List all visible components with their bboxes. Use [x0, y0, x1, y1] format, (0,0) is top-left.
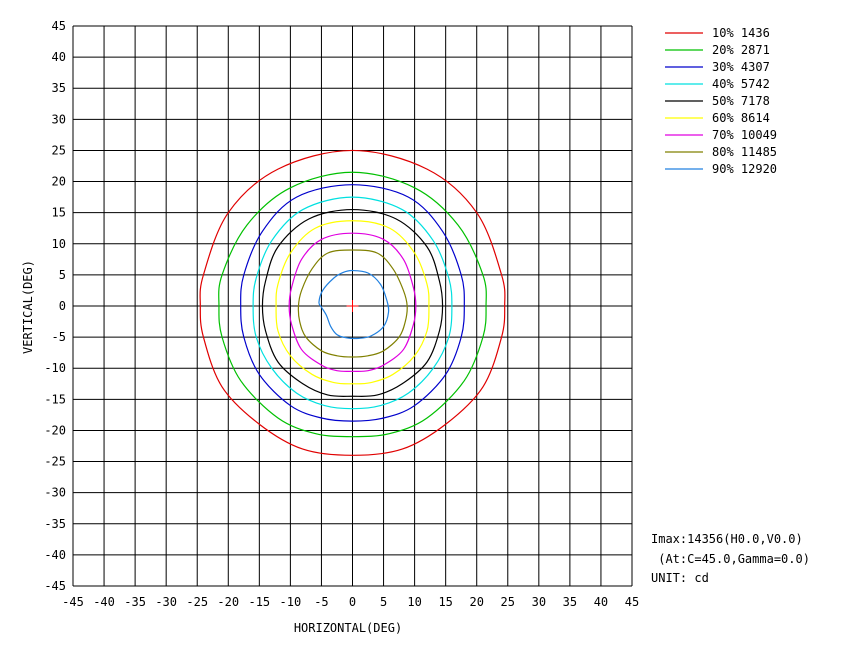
y-tick-label: -45 — [44, 579, 66, 593]
x-tick-label: -40 — [93, 595, 115, 609]
y-tick-label: 0 — [59, 299, 66, 313]
tick-labels: 45 40 35 30 25 20 15 10 5 0 -5 -10 -15 -20 -25 -30 -35 -4… — [44, 19, 639, 609]
x-tick-label: -45 — [62, 595, 84, 609]
legend-entry-label: 90% 12920 — [712, 162, 777, 176]
x-tick-label: 40 — [594, 595, 608, 609]
measurement-angle-label: (At:C=45.0,Gamma=0.0) — [651, 552, 810, 566]
y-tick-label: -35 — [44, 517, 66, 531]
y-tick-label: -20 — [44, 423, 66, 437]
legend-entry-label: 40% 5742 — [712, 77, 770, 91]
y-tick-label: 15 — [52, 206, 66, 220]
y-tick-label: 20 — [52, 175, 66, 189]
x-tick-label: -20 — [217, 595, 239, 609]
y-tick-label: -10 — [44, 361, 66, 375]
y-tick-label: 5 — [59, 268, 66, 282]
isocandela-chart: 45 40 35 30 25 20 15 10 5 0 -5 -10 -15 -20 -25 -30 -35 -4… — [0, 0, 860, 651]
contour-line — [318, 269, 390, 340]
y-axis-label: VERTICAL(DEG) — [21, 260, 35, 354]
x-tick-label: 10 — [407, 595, 421, 609]
legend: 10% 1436 20% 2871 30% 4307 40% 5742 50% 7178… — [665, 26, 777, 176]
x-tick-label: 35 — [563, 595, 577, 609]
x-tick-label: -35 — [124, 595, 146, 609]
unit-label: UNIT: cd — [651, 571, 709, 585]
x-tick-label: -5 — [314, 595, 328, 609]
y-tick-label: -30 — [44, 486, 66, 500]
legend-entry-label: 10% 1436 — [712, 26, 770, 40]
x-tick-label: 15 — [438, 595, 452, 609]
legend-entry-label: 30% 4307 — [712, 60, 770, 74]
legend-entry-label: 50% 7178 — [712, 94, 770, 108]
x-tick-label: 0 — [349, 595, 356, 609]
x-tick-label: -10 — [280, 595, 302, 609]
x-tick-label: -15 — [248, 595, 270, 609]
y-tick-label: -25 — [44, 455, 66, 469]
y-tick-label: 25 — [52, 143, 66, 157]
y-tick-label: 40 — [52, 50, 66, 64]
x-tick-label: 25 — [501, 595, 515, 609]
x-tick-label: 45 — [625, 595, 639, 609]
y-tick-label: 10 — [52, 237, 66, 251]
x-axis-label: HORIZONTAL(DEG) — [294, 621, 402, 635]
x-tick-label: 20 — [469, 595, 483, 609]
center-marker — [346, 300, 359, 312]
x-tick-label: 5 — [380, 595, 387, 609]
chart-svg: 45 40 35 30 25 20 15 10 5 0 -5 -10 -15 -20 -25 -30 -35 -4… — [21, 19, 810, 635]
x-tick-label: 30 — [532, 595, 546, 609]
y-tick-label: 30 — [52, 112, 66, 126]
y-tick-label: 35 — [52, 81, 66, 95]
legend-entry-label: 80% 11485 — [712, 145, 777, 159]
y-tick-label: -40 — [44, 548, 66, 562]
y-tick-label: -15 — [44, 392, 66, 406]
legend-entry-label: 70% 10049 — [712, 128, 777, 142]
x-tick-label: -30 — [155, 595, 177, 609]
y-tick-label: 45 — [52, 19, 66, 33]
x-tick-label: -25 — [186, 595, 208, 609]
legend-entry-label: 60% 8614 — [712, 111, 770, 125]
imax-label: Imax:14356(H0.0,V0.0) — [651, 532, 803, 546]
y-tick-label: -5 — [52, 330, 66, 344]
legend-entry-label: 20% 2871 — [712, 43, 770, 57]
